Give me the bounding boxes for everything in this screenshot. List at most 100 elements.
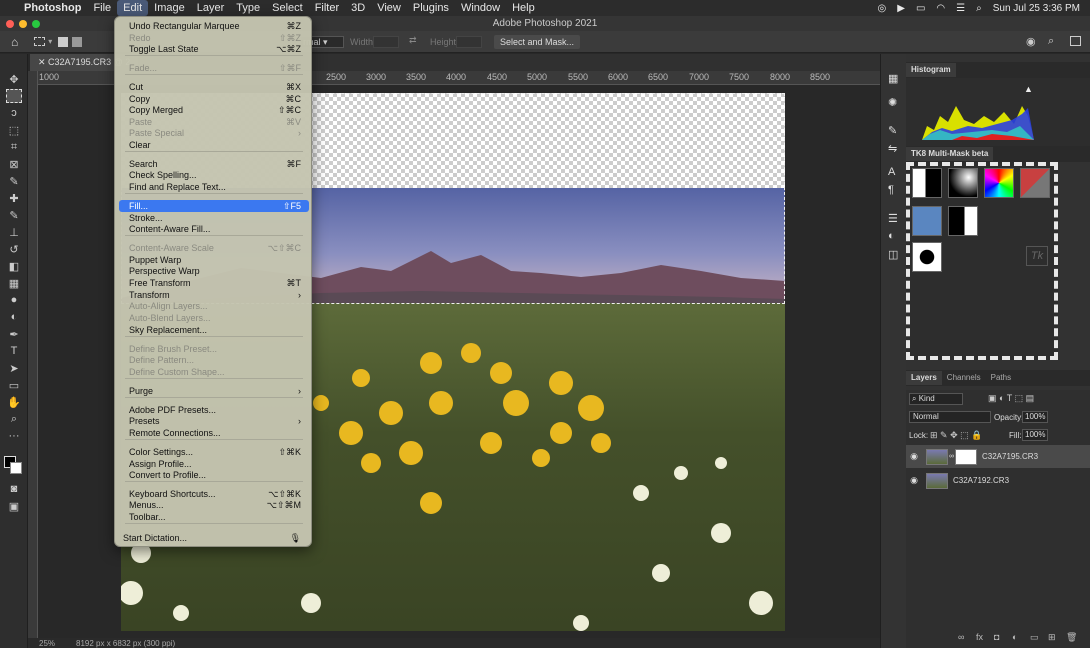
tab-paths[interactable]: Paths [986, 371, 1016, 385]
history-brush-tool-icon[interactable]: ↺ [6, 242, 22, 256]
swatches-icon[interactable]: ◫ [888, 248, 898, 261]
healing-brush-tool-icon[interactable]: ✚ [6, 191, 22, 205]
apple-menu-icon[interactable] [0, 0, 18, 16]
layer-row[interactable]: ◉ ∞ C32A7195.CR3 [906, 445, 1090, 468]
close-tab-icon[interactable]: ✕ [38, 57, 48, 67]
edit-menu-item[interactable]: Find and Replace Text... [119, 181, 309, 193]
mask-button-person[interactable] [912, 206, 942, 236]
mask-button-red[interactable] [1020, 168, 1050, 198]
opacity-field[interactable]: 100% [1022, 411, 1048, 423]
new-group-icon[interactable]: ▭ [1030, 632, 1039, 643]
paragraph-icon[interactable]: ¶ [888, 184, 894, 196]
mask-button-color[interactable] [984, 168, 1014, 198]
control-center-icon[interactable]: ☰ [956, 3, 965, 14]
edit-menu-item[interactable]: Content-Aware Fill... [119, 223, 309, 235]
layer-style-icon[interactable]: fx [976, 632, 983, 642]
frame-tool-icon[interactable]: ⊠ [6, 157, 22, 171]
edit-menu-item[interactable]: Clear [119, 139, 309, 151]
edit-menu-item[interactable]: Sky Replacement... [119, 324, 309, 336]
blend-mode-dropdown[interactable]: Normal [909, 411, 991, 423]
brush-tool-icon[interactable]: ✎ [6, 208, 22, 222]
tab-tk8[interactable]: TK8 Multi-Mask beta [906, 147, 994, 161]
brush-settings-icon[interactable]: ✎ [888, 124, 897, 137]
play-icon[interactable]: ▶ [897, 3, 905, 14]
edit-menu-item[interactable]: Toggle Last State ⌥⌘Z [119, 43, 309, 55]
adjustment-layer-icon[interactable]: ◐ [1012, 632, 1017, 642]
tab-channels[interactable]: Channels [942, 371, 986, 385]
edit-menu-item[interactable]: Start Dictation... 🎙 [119, 532, 309, 544]
layer-filter-icons[interactable]: ▣ ◐ T ⬚ ▤ [988, 393, 1034, 404]
menu-view[interactable]: View [371, 0, 407, 16]
edit-menu-item[interactable]: Fill... ⇧F5 [119, 200, 309, 212]
path-selection-tool-icon[interactable]: ➤ [6, 361, 22, 375]
home-icon[interactable]: ⌂ [11, 35, 18, 49]
fill-field[interactable]: 100% [1022, 429, 1048, 441]
grid-icon[interactable]: ▦ [888, 72, 898, 85]
mask-button-invert[interactable] [948, 206, 978, 236]
link-layers-icon[interactable]: ∞ [958, 632, 964, 642]
add-selection-icon[interactable] [72, 36, 83, 47]
menu-image[interactable]: Image [148, 0, 191, 16]
more-tools-icon[interactable]: ··· [6, 429, 22, 443]
tab-histogram[interactable]: Histogram [906, 63, 956, 77]
move-tool-icon[interactable]: ✥ [6, 72, 22, 86]
tab-layers[interactable]: Layers [906, 371, 942, 385]
select-and-mask-button[interactable]: Select and Mask... [494, 35, 581, 49]
menu-window[interactable]: Window [455, 0, 506, 16]
adjustments-icon[interactable]: ⇋ [888, 142, 897, 155]
layer-row[interactable]: ◉ C32A7192.CR3 [906, 469, 1090, 492]
menu-plugins[interactable]: Plugins [407, 0, 455, 16]
zoom-tool-icon[interactable]: ⌕ [6, 412, 22, 426]
type-tool-icon[interactable]: T [6, 344, 22, 358]
menu-app-name[interactable]: Photoshop [18, 0, 87, 16]
eye-icon[interactable]: ◉ [906, 475, 922, 486]
delete-layer-icon[interactable]: 🗑 [1066, 632, 1077, 643]
battery-icon[interactable]: ▭ [916, 3, 925, 14]
new-layer-icon[interactable]: ⊞ [1048, 632, 1056, 643]
edit-menu-item[interactable]: Copy Merged ⇧⌘C [119, 104, 309, 116]
edit-menu-item[interactable]: Purge › [119, 385, 309, 397]
wifi-icon[interactable]: ◠ [936, 3, 945, 14]
quick-mask-icon[interactable]: ◙ [6, 482, 22, 496]
eraser-tool-icon[interactable]: ◧ [6, 259, 22, 273]
eye-icon[interactable]: ◉ [906, 451, 922, 462]
gradient-tool-icon[interactable]: ▦ [6, 276, 22, 290]
pen-tool-icon[interactable]: ✒ [6, 327, 22, 341]
edit-menu-item[interactable]: Perspective Warp [119, 265, 309, 277]
object-selection-tool-icon[interactable]: ⬚ [6, 123, 22, 137]
edit-menu-item[interactable]: Presets › [119, 415, 309, 427]
swap-icon[interactable]: ⇄ [409, 35, 417, 46]
minimize-window-icon[interactable] [19, 20, 27, 28]
link-icon[interactable]: ∞ [949, 453, 954, 460]
height-field[interactable] [456, 36, 482, 48]
menu-help[interactable]: Help [506, 0, 541, 16]
lasso-tool-icon[interactable]: ↄ [6, 106, 22, 120]
edit-menu-item[interactable]: Menus... ⌥⇧⌘M [119, 499, 309, 511]
layer-mask-thumbnail[interactable] [955, 448, 977, 465]
menubar-clock[interactable]: Sun Jul 25 3:36 PM [993, 3, 1080, 14]
mask-button-vignette[interactable] [912, 242, 942, 272]
edit-menu-item[interactable]: Color Settings... ⇧⌘K [119, 446, 309, 458]
hand-tool-icon[interactable]: ✋ [6, 395, 22, 409]
search-icon[interactable]: ⌕ [976, 3, 982, 14]
chevron-down-icon[interactable]: ▾ [48, 37, 52, 46]
mask-button-brush[interactable] [948, 168, 978, 198]
edit-menu-item[interactable]: Convert to Profile... [119, 469, 309, 481]
workspace-icon[interactable] [1070, 36, 1081, 46]
layer-filter-kind[interactable]: ⌕ Kind [909, 393, 963, 405]
menu-3d[interactable]: 3D [345, 0, 371, 16]
warning-icon[interactable]: ▲ [1024, 84, 1033, 94]
edit-menu-item[interactable]: Check Spelling... [119, 169, 309, 181]
edit-menu-item[interactable]: Free Transform ⌘T [119, 277, 309, 289]
menu-select[interactable]: Select [266, 0, 309, 16]
properties-icon[interactable]: ☰ [888, 212, 898, 225]
color-icon[interactable]: ◐ [888, 230, 895, 242]
edit-menu-item[interactable]: Remote Connections... [119, 427, 309, 439]
crop-tool-icon[interactable]: ⌗ [6, 140, 22, 154]
user-icon[interactable]: ◉ [1026, 35, 1036, 48]
screen-mode-icon[interactable]: ▣ [6, 499, 22, 513]
menu-type[interactable]: Type [230, 0, 266, 16]
edit-menu-item[interactable]: Toolbar... [119, 511, 309, 523]
menu-edit[interactable]: Edit [117, 0, 149, 16]
add-mask-icon[interactable]: ◘ [994, 632, 999, 642]
